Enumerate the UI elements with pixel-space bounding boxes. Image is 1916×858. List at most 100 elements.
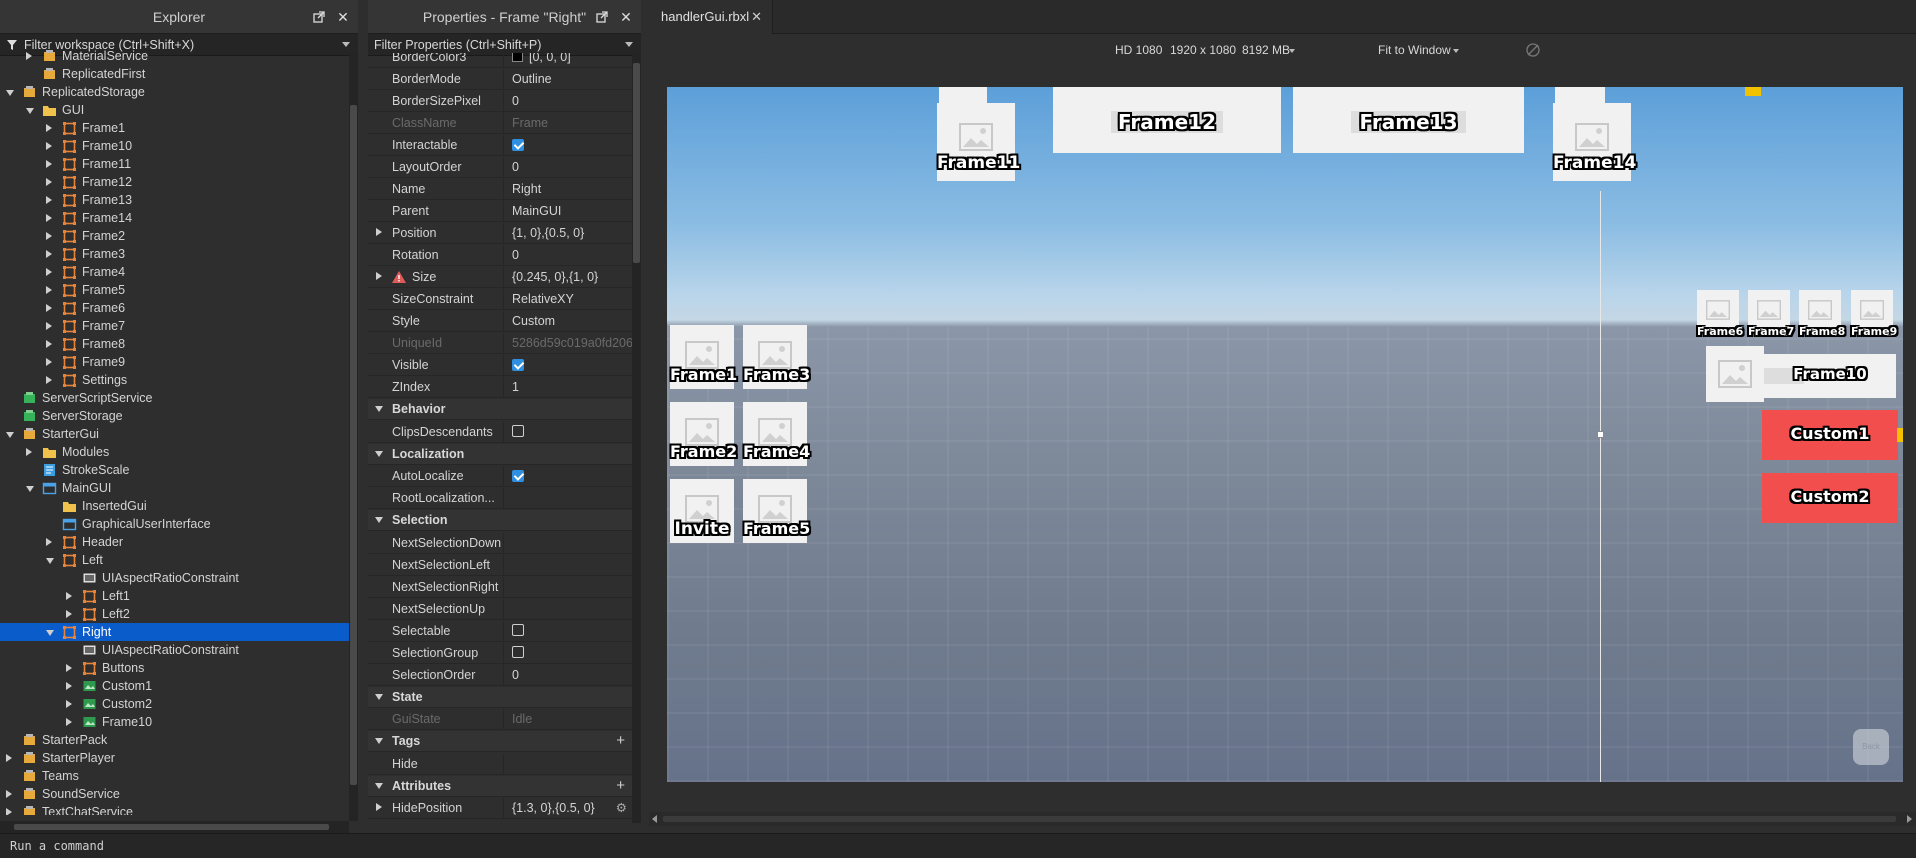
explorer-item[interactable]: Right	[0, 623, 349, 641]
explorer-item[interactable]: GUI	[0, 101, 349, 119]
frame9[interactable]: Frame9	[1851, 290, 1897, 338]
invite-frame[interactable]: Invite	[670, 479, 734, 543]
property-row[interactable]: Name Right	[368, 179, 633, 200]
frame10[interactable]: Frame10	[1764, 354, 1896, 398]
close-icon[interactable]: ✕	[334, 8, 352, 26]
chevron-right-icon[interactable]	[66, 664, 72, 672]
explorer-item[interactable]: GraphicalUserInterface	[0, 515, 349, 533]
property-value[interactable]	[503, 554, 633, 576]
property-value[interactable]	[503, 135, 633, 156]
chevron-down-icon[interactable]	[1289, 49, 1295, 53]
scrollbar-thumb[interactable]	[14, 824, 329, 830]
chevron-right-icon[interactable]	[376, 228, 382, 236]
explorer-item[interactable]: ReplicatedStorage	[0, 83, 349, 101]
property-row[interactable]: Rotation 0	[368, 245, 633, 266]
undock-icon[interactable]	[310, 8, 328, 26]
property-value[interactable]	[503, 421, 633, 443]
property-value[interactable]: {1, 0},{0.5, 0}	[503, 223, 633, 244]
chevron-right-icon[interactable]	[46, 358, 52, 366]
explorer-item[interactable]: StarterGui	[0, 425, 349, 443]
dimensions-label[interactable]: 1920 x 1080	[1170, 43, 1236, 57]
chevron-down-icon[interactable]	[375, 517, 383, 523]
add-icon[interactable]: +	[616, 732, 625, 749]
property-value[interactable]	[503, 598, 633, 620]
explorer-item[interactable]: Left2	[0, 605, 349, 623]
property-row[interactable]: SizeConstraint RelativeXY	[368, 289, 633, 310]
property-row[interactable]: ClassName Frame	[368, 113, 633, 134]
frame7[interactable]: Frame7	[1748, 290, 1794, 338]
property-value[interactable]: {0.245, 0},{1, 0}	[503, 267, 633, 288]
explorer-item[interactable]: Frame6	[0, 299, 349, 317]
explorer-item[interactable]: MainGUI	[0, 479, 349, 497]
custom1-button[interactable]: Custom1	[1762, 410, 1898, 460]
explorer-item[interactable]: Frame5	[0, 281, 349, 299]
chevron-right-icon[interactable]	[46, 178, 52, 186]
frame13[interactable]: Frame13	[1293, 87, 1524, 153]
property-value[interactable]	[503, 355, 633, 376]
chevron-right-icon[interactable]	[46, 340, 52, 348]
property-value[interactable]	[503, 488, 633, 509]
explorer-item[interactable]: Frame2	[0, 227, 349, 245]
property-row[interactable]: RootLocalization...	[368, 488, 633, 509]
property-category[interactable]: Behavior	[368, 399, 633, 420]
explorer-item[interactable]: Custom2	[0, 695, 349, 713]
property-row[interactable]: Hide	[368, 753, 633, 775]
property-value[interactable]: [0, 0, 0]	[503, 53, 633, 68]
property-row[interactable]: Style Custom	[368, 311, 633, 332]
property-row[interactable]: Parent MainGUI	[368, 201, 633, 222]
explorer-item[interactable]: Frame3	[0, 245, 349, 263]
frame10-icon-box[interactable]	[1706, 346, 1764, 402]
explorer-item[interactable]: UIAspectRatioConstraint	[0, 569, 349, 587]
property-value[interactable]: 0	[503, 157, 633, 178]
property-value[interactable]	[503, 753, 633, 775]
explorer-item[interactable]: Frame12	[0, 173, 349, 191]
chevron-down-icon[interactable]	[1453, 49, 1459, 53]
property-row[interactable]: Size {0.245, 0},{1, 0}	[368, 267, 633, 288]
checkbox[interactable]	[512, 138, 524, 151]
scrollbar-thumb[interactable]	[633, 63, 640, 263]
frame11[interactable]: Frame11	[937, 103, 1020, 181]
frame8[interactable]: Frame8	[1799, 290, 1845, 338]
frame12[interactable]: Frame12	[1053, 87, 1281, 153]
command-input[interactable]: Run a command	[10, 839, 104, 853]
property-row[interactable]: GuiState Idle	[368, 709, 633, 730]
property-category[interactable]: Tags +	[368, 731, 633, 752]
chevron-right-icon[interactable]	[376, 803, 382, 811]
chevron-right-icon[interactable]	[46, 232, 52, 240]
explorer-item[interactable]: Modules	[0, 443, 349, 461]
close-tab-icon[interactable]: ✕	[751, 0, 762, 34]
chevron-right-icon[interactable]	[46, 250, 52, 258]
frame4[interactable]: Frame4	[743, 402, 810, 466]
property-value[interactable]	[503, 466, 633, 487]
explorer-item[interactable]: Frame8	[0, 335, 349, 353]
explorer-item[interactable]: ReplicatedFirst	[0, 65, 349, 83]
property-value[interactable]	[503, 620, 633, 642]
chevron-right-icon[interactable]	[6, 754, 12, 762]
color-swatch[interactable]	[512, 53, 523, 63]
chevron-right-icon[interactable]	[26, 448, 32, 456]
chevron-right-icon[interactable]	[46, 196, 52, 204]
memory-label[interactable]: 8192 MB	[1242, 43, 1290, 57]
property-value[interactable]: Right	[503, 179, 633, 200]
explorer-item[interactable]: InsertedGui	[0, 497, 349, 515]
explorer-item[interactable]: StrokeScale	[0, 461, 349, 479]
selection-handle[interactable]	[1745, 87, 1761, 96]
scrollbar-thumb[interactable]	[350, 105, 357, 785]
property-value[interactable]: Custom	[503, 311, 633, 332]
frame3[interactable]: Frame3	[743, 325, 810, 389]
frame2[interactable]: Frame2	[670, 402, 737, 466]
chevron-right-icon[interactable]	[66, 718, 72, 726]
chevron-down-icon[interactable]	[625, 42, 633, 47]
chevron-right-icon[interactable]	[46, 214, 52, 222]
chevron-right-icon[interactable]	[46, 286, 52, 294]
scroll-right-icon[interactable]	[1907, 815, 1912, 823]
explorer-item[interactable]: Buttons	[0, 659, 349, 677]
chevron-down-icon[interactable]	[375, 782, 383, 789]
explorer-item[interactable]: Frame10	[0, 137, 349, 155]
property-value[interactable]	[503, 642, 633, 664]
explorer-item[interactable]: Frame1	[0, 119, 349, 137]
property-row[interactable]: ClipsDescendants	[368, 421, 633, 443]
property-value[interactable]	[503, 576, 633, 598]
property-row[interactable]: Visible	[368, 355, 633, 376]
frame6[interactable]: Frame6	[1697, 290, 1743, 338]
